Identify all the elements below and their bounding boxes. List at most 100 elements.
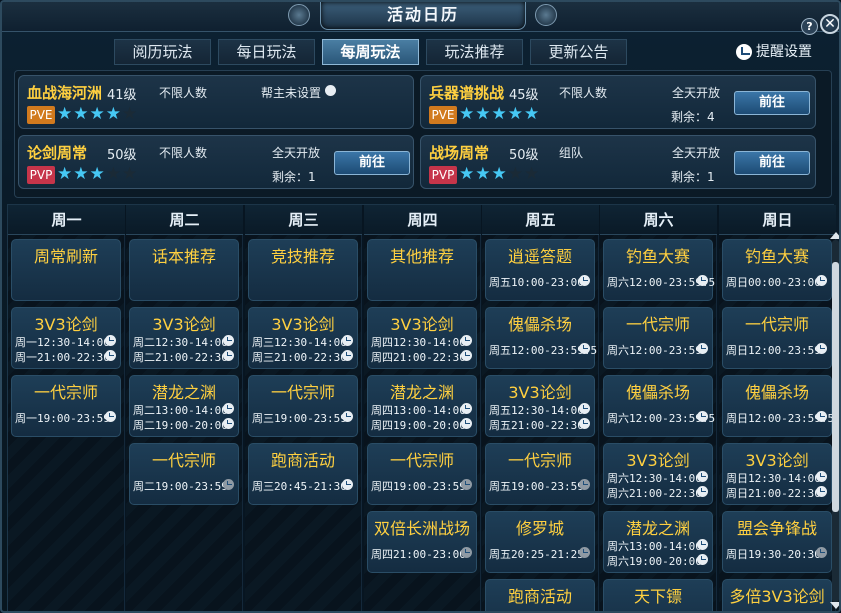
clock-icon[interactable]	[579, 418, 590, 429]
activity-time: 周四21:00-23:00	[371, 548, 466, 561]
activity-cell[interactable]: 一代宗师 周四19:00-23:59	[367, 443, 477, 505]
clock-icon[interactable]	[223, 418, 234, 429]
clock-icon[interactable]	[579, 275, 590, 286]
activity-cell[interactable]: 潜龙之渊 周四13:00-14:00 周四19:00-20:00	[367, 375, 477, 437]
weekly-schedule-grid: 周一 周常刷新 3V3论剑 周一12:30-14:00 周一21:00-22:30 一代宗…	[7, 204, 836, 611]
activity-cell[interactable]: 潜龙之渊 周二13:00-14:00 周二19:00-20:00	[129, 375, 239, 437]
clock-icon[interactable]	[223, 403, 234, 414]
activity-cell[interactable]: 3V3论剑 周一12:30-14:00 周一21:00-22:30	[11, 307, 121, 369]
activity-title: 一代宗师	[33, 383, 98, 402]
clock-icon[interactable]	[697, 554, 708, 565]
activity-cell[interactable]: 盟会争锋战 周日19:30-20:30	[722, 511, 832, 573]
go-button[interactable]: 前往	[734, 91, 810, 115]
clock-icon[interactable]	[697, 539, 708, 550]
activity-cell[interactable]: 修罗城 周五20:25-21:25	[485, 511, 595, 573]
clock-icon[interactable]	[342, 350, 353, 361]
clock-icon[interactable]	[342, 335, 353, 346]
activity-cell[interactable]: 一代宗师 周二19:00-23:59	[129, 443, 239, 505]
activity-title: 潜龙之渊	[625, 519, 690, 538]
tab-daily[interactable]: 每日玩法	[218, 39, 315, 65]
activity-title: 竞技推荐	[270, 247, 335, 266]
activity-cell[interactable]: 逍遥答题 周五10:00-23:00	[485, 239, 595, 301]
activity-cell[interactable]: 傀儡杀场 周日12:00-23:59:5	[722, 375, 834, 437]
clock-icon[interactable]	[223, 350, 234, 361]
activity-cell[interactable]: 一代宗师 周一19:00-23:59	[11, 375, 121, 437]
close-button[interactable]: ✕	[820, 14, 839, 34]
clock-icon[interactable]	[579, 403, 590, 414]
activity-title: 钓鱼大赛	[744, 247, 809, 266]
activity-cell[interactable]: 3V3论剑 周六12:30-14:00 周六21:00-22:30	[603, 443, 713, 505]
activity-cell[interactable]: 竞技推荐	[248, 239, 358, 301]
clock-icon[interactable]	[579, 547, 590, 558]
clock-icon[interactable]	[816, 486, 827, 497]
scroll-up-arrow-icon[interactable]	[830, 232, 839, 239]
activity-cell[interactable]: 3V3论剑 周三12:30-14:00 周三21:00-22:30	[248, 307, 358, 369]
activity-cell[interactable]: 傀儡杀场 周五12:00-23:59:5	[485, 307, 597, 369]
clock-icon[interactable]	[461, 335, 472, 346]
clock-icon[interactable]	[461, 418, 472, 429]
go-button[interactable]: 前往	[334, 151, 410, 175]
activity-cell[interactable]: 一代宗师 周五19:00-23:59	[485, 443, 595, 505]
activity-cell[interactable]: 傀儡杀场 周六12:00-23:59:5	[603, 375, 715, 437]
activity-cell[interactable]: 跑商活动	[485, 579, 595, 611]
clock-icon[interactable]	[579, 479, 590, 490]
scrollbar-thumb[interactable]	[832, 262, 839, 512]
clock-icon[interactable]	[697, 471, 708, 482]
clock-icon[interactable]	[461, 479, 472, 490]
reminder-settings-button[interactable]: 提醒设置	[736, 41, 812, 63]
title-bar[interactable]: 活动日历	[2, 2, 839, 32]
activity-cell[interactable]: 钓鱼大赛 周六12:00-23:59:5	[603, 239, 715, 301]
activity-cell[interactable]: 周常刷新	[11, 239, 121, 301]
clock-icon[interactable]	[579, 343, 590, 354]
activity-cell[interactable]: 3V3论剑 周二12:30-14:00 周二21:00-22:30	[129, 307, 239, 369]
clock-icon[interactable]	[325, 85, 336, 96]
help-button[interactable]: ?	[801, 18, 818, 35]
tab-announcement[interactable]: 更新公告	[530, 39, 627, 65]
clock-icon[interactable]	[105, 350, 116, 361]
clock-icon[interactable]	[342, 479, 353, 490]
reminder-label: 提醒设置	[756, 44, 812, 60]
activity-cell[interactable]: 跑商活动 周三20:45-21:30	[248, 443, 358, 505]
go-button[interactable]: 前往	[734, 151, 810, 175]
clock-icon[interactable]	[697, 486, 708, 497]
activity-cell[interactable]: 一代宗师周六12:00-23:59	[603, 307, 713, 369]
activity-cell[interactable]: 天下镖	[603, 579, 713, 611]
activity-cell[interactable]: 双倍长洲战场 周四21:00-23:00	[367, 511, 477, 573]
tab-yueli[interactable]: 阅历玩法	[114, 39, 211, 65]
clock-icon[interactable]	[105, 335, 116, 346]
activity-time: 周六12:00-23:59	[607, 344, 702, 357]
activity-cell[interactable]: 一代宗师 周日12:00-23:59	[722, 307, 832, 369]
clock-icon[interactable]	[223, 335, 234, 346]
activity-cell[interactable]: 潜龙之渊 周六13:00-14:00 周六19:00-20:00	[603, 511, 713, 573]
clock-icon[interactable]	[461, 350, 472, 361]
activity-cell[interactable]: 话本推荐	[129, 239, 239, 301]
clock-icon[interactable]	[816, 343, 827, 354]
activity-time: 周日00:00-23:00	[726, 276, 821, 289]
activity-cell[interactable]: 其他推荐	[367, 239, 477, 301]
activity-cell[interactable]: 钓鱼大赛周日00:00-23:00	[722, 239, 832, 301]
activity-cell[interactable]: 3V3论剑 周日12:30-14:00 周日21:00-22:30	[722, 443, 832, 505]
clock-icon[interactable]	[461, 547, 472, 558]
activity-time: 周日19:30-20:30	[726, 548, 821, 561]
activity-title: 一代宗师	[507, 451, 572, 470]
clock-icon[interactable]	[816, 471, 827, 482]
clock-icon[interactable]	[816, 411, 827, 422]
activity-cell[interactable]: 一代宗师 周三19:00-23:59	[248, 375, 358, 437]
tab-weekly[interactable]: 每周玩法	[322, 39, 419, 65]
clock-icon[interactable]	[697, 411, 708, 422]
activity-title: 一代宗师	[625, 315, 690, 334]
scroll-down-arrow-icon[interactable]	[830, 602, 839, 609]
activity-cell[interactable]: 3V3论剑 周五12:30-14:00 周五21:00-22:30	[485, 375, 595, 437]
difficulty-stars: ★★★★★	[57, 164, 139, 184]
activity-cell[interactable]: 多倍3V3论剑	[722, 579, 832, 611]
clock-icon[interactable]	[461, 403, 472, 414]
tab-recommend[interactable]: 玩法推荐	[426, 39, 523, 65]
activity-cell[interactable]: 3V3论剑 周四12:30-14:00 周四21:00-22:30	[367, 307, 477, 369]
clock-icon[interactable]	[816, 547, 827, 558]
clock-icon[interactable]	[697, 275, 708, 286]
clock-icon[interactable]	[105, 411, 116, 422]
clock-icon[interactable]	[697, 343, 708, 354]
clock-icon[interactable]	[342, 411, 353, 422]
clock-icon[interactable]	[816, 275, 827, 286]
clock-icon[interactable]	[223, 479, 234, 490]
